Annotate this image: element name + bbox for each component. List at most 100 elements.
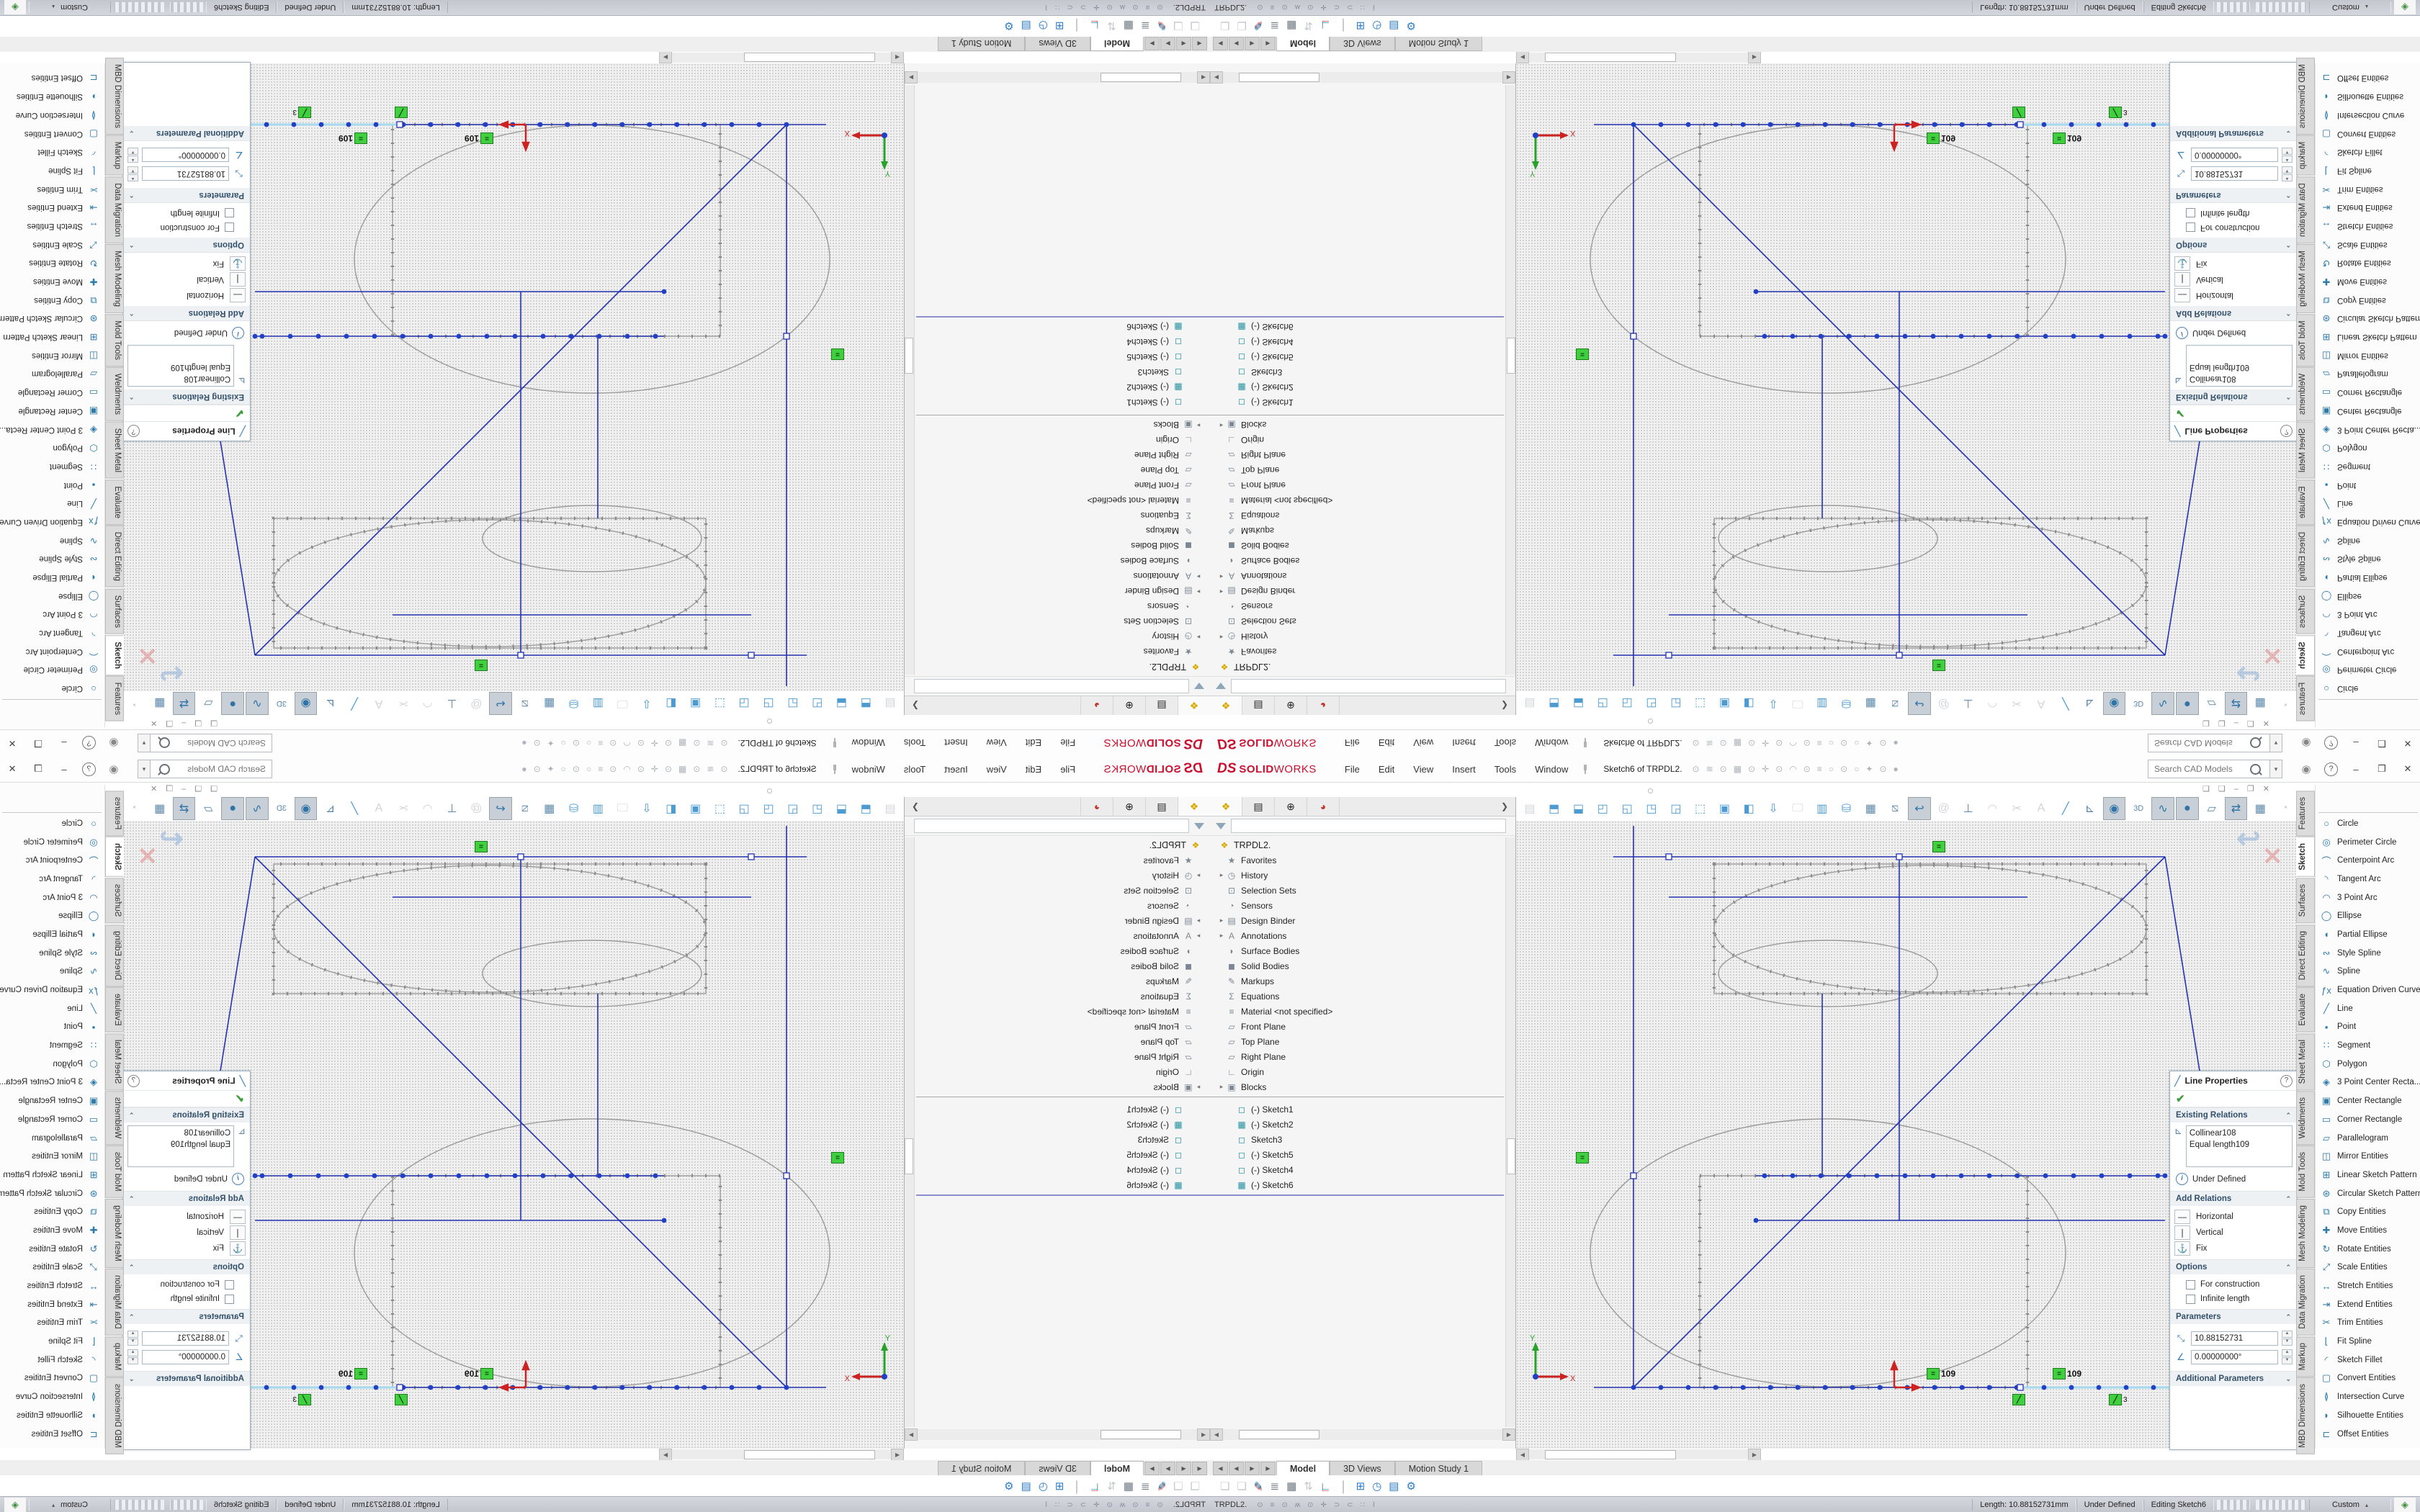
toolbar-icon[interactable]: ⬓	[1567, 692, 1590, 715]
restore-button[interactable]: ❐	[2374, 737, 2390, 749]
tab-scroll-icon[interactable]: ▶	[1160, 37, 1175, 50]
filter-icon[interactable]	[1216, 683, 1226, 690]
sketch-tool-button[interactable]: ∾ Style Spline	[0, 550, 104, 569]
tab-scroll-icon[interactable]: ▶	[1245, 1462, 1260, 1475]
equal-relation-badge[interactable]: = 109	[465, 132, 493, 144]
sketch-tool-button[interactable]: ▭ Corner Rectangle	[2316, 1110, 2420, 1129]
add-relation-button[interactable]: — Horizontal	[2174, 287, 2293, 303]
relation-badge[interactable]: ╱ 3	[292, 107, 311, 118]
spinner[interactable]: ▲▼	[127, 1349, 138, 1364]
tree-root[interactable]: ❖ TRPDL2.	[916, 837, 1210, 852]
toolbar-icon[interactable]: ◰	[806, 692, 829, 715]
sketch-tool-button[interactable]: ◯ Ellipse	[0, 587, 104, 606]
section-existing-relations[interactable]: Existing Relations ⌃	[123, 1107, 250, 1122]
accept-sketch-icon[interactable]: ↩	[159, 657, 184, 690]
toolbar-grip[interactable]	[1648, 719, 1653, 724]
quick-access-icon[interactable]: ◠	[623, 764, 630, 774]
tree-sketch-item[interactable]: ◻ Sketch3	[1210, 1132, 1504, 1147]
sketch-tool-button[interactable]: ◝ Tangent Arc	[0, 870, 104, 888]
sketch-tool-button[interactable]: ∿ Spline	[0, 963, 104, 981]
tree-sketch-item[interactable]: ◻ Sketch3	[916, 365, 1210, 380]
toolbar-icon[interactable]: ⬒	[854, 797, 877, 820]
tree-sketch-item[interactable]: ▦ (-) Sketch2	[916, 380, 1210, 395]
sketch-tool-button[interactable]: ○ Circle	[2316, 814, 2420, 833]
toolbar-icon[interactable]: ◔	[2273, 797, 2296, 820]
menu-item[interactable]: Window	[843, 761, 895, 778]
sketch-tool-button[interactable]: ◝ Tangent Arc	[2316, 624, 2420, 642]
quick-access-icon[interactable]: ≋	[707, 764, 714, 774]
spin-up-icon[interactable]: ▲	[127, 1331, 138, 1338]
commandmanager-tab[interactable]: Sketch	[2296, 837, 2315, 877]
expand-arrow-icon[interactable]: ▸	[1194, 932, 1203, 940]
sketch-tool-button[interactable]: ≬ Intersection Curve	[0, 106, 104, 125]
sketch-tool-button[interactable]: ⌒ Centerpoint Arc	[2316, 642, 2420, 661]
document-window-control-icon[interactable]: ✕	[2263, 784, 2269, 793]
relation-badge[interactable]: ╱ 3	[292, 1394, 311, 1405]
document-window-control-icon[interactable]: ❐	[2247, 719, 2254, 728]
tree-item[interactable]: ▸ ▣ Blocks	[1210, 418, 1504, 433]
commandmanager-tab[interactable]: MBD Dimensions	[2296, 1377, 2315, 1454]
tree-item[interactable]: ▸ ▤ Design Binder	[916, 584, 1210, 599]
sketch-tool-button[interactable]: ↻ Rotate Entities	[0, 1240, 104, 1259]
toolbar-icon[interactable]: ∿	[246, 692, 269, 715]
scrollbar-thumb[interactable]	[1239, 73, 1319, 82]
toolbar-icon[interactable]: ◠	[416, 797, 439, 820]
display-tool-icon[interactable]: ∟	[1320, 1480, 1331, 1493]
sketch-tool-button[interactable]: ⬡ Polygon	[0, 1055, 104, 1074]
sketch-tool-button[interactable]: ◈ 3 Point Center Recta...	[0, 420, 104, 439]
user-account-icon[interactable]: ◉	[2298, 737, 2314, 750]
tree-item[interactable]: ⊡ Selection Sets	[916, 883, 1210, 898]
collapse-icon[interactable]: ⌃	[2285, 310, 2291, 318]
spin-up-icon[interactable]: ▲	[2282, 156, 2293, 163]
scroll-right-icon[interactable]: ▶	[659, 1449, 672, 1461]
commandmanager-tab[interactable]: Data Migration	[2296, 176, 2315, 243]
help-icon[interactable]: ?	[82, 737, 96, 750]
toolbar-icon[interactable]: ⊥	[1957, 797, 1980, 820]
collapse-icon[interactable]: ⌃	[2285, 1195, 2291, 1203]
sketch-tool-button[interactable]: ◖ Partial Ellipse	[0, 568, 104, 587]
sketch-tool-button[interactable]: ▣ Center Rectangle	[2316, 1092, 2420, 1110]
sketch-tool-button[interactable]: ✂ Trim Entities	[2316, 1314, 2420, 1333]
sketch-tool-button[interactable]: ▪ Point	[0, 476, 104, 495]
display-tool-icon[interactable]: ⊞	[1356, 1480, 1366, 1493]
add-relation-button[interactable]: ⚓ Fix	[127, 256, 246, 271]
tree-item[interactable]: ▱ Front Plane	[1210, 1019, 1504, 1034]
toolbar-icon[interactable]: ⬚	[1689, 692, 1712, 715]
toolbar-icon[interactable]: ✂	[2005, 692, 2028, 715]
tab-scroll-icon[interactable]: ◀	[1176, 37, 1191, 50]
toolbar-icon[interactable]: ⇄	[173, 692, 196, 715]
sketch-tool-button[interactable]: ⊏ Offset Entities	[2316, 69, 2420, 88]
document-tab[interactable]: Model	[1276, 37, 1330, 51]
toolbar-icon[interactable]: ▱	[2200, 797, 2223, 820]
tree-item[interactable]: ★ Favorites	[916, 644, 1210, 660]
scroll-left-icon[interactable]: ◀	[1516, 1449, 1529, 1461]
option-checkbox-row[interactable]: Infinite length	[127, 1292, 246, 1306]
toolbar-icon[interactable]: ◉	[295, 692, 318, 715]
toolbar-icon[interactable]: ●	[2176, 797, 2199, 820]
tab-displaymanager[interactable]: ◕	[1080, 797, 1113, 816]
toolbar-icon[interactable]: ▦	[2249, 797, 2272, 820]
toolbar-icon[interactable]: 🖵	[1786, 692, 1809, 715]
toolbar-icon[interactable]: ⇩	[1762, 692, 1785, 715]
ok-check-icon[interactable]: ✔	[235, 407, 244, 420]
quick-access-icon[interactable]: ⊙	[1748, 738, 1755, 748]
toolbar-icon[interactable]: ∿	[2151, 692, 2174, 715]
spin-up-icon[interactable]: ▲	[127, 1349, 138, 1356]
toolbar-icon[interactable]: ◉	[2103, 692, 2126, 715]
sketch-tool-button[interactable]: ◎ Perimeter Circle	[0, 661, 104, 680]
ok-check-icon[interactable]: ✔	[235, 1092, 244, 1105]
sketch-tool-button[interactable]: ⌊ Fit Spline	[0, 161, 104, 180]
toolbar-icon[interactable]: ⊥	[441, 692, 464, 715]
status-units-dropdown[interactable]: Custom ▴	[29, 1, 111, 13]
toolbar-icon[interactable]: ◱	[781, 692, 805, 715]
tab-scroll-icon[interactable]: ▶	[1260, 37, 1276, 50]
resource-monitor-icon[interactable]: ◈	[4, 1498, 26, 1512]
cancel-sketch-icon[interactable]: ✕	[138, 641, 158, 670]
quick-access-icon[interactable]: ⊙	[1840, 764, 1847, 774]
tab-scroll-icon[interactable]: ◀	[1192, 1462, 1207, 1475]
tree-item[interactable]: ▸ A Annotations	[916, 569, 1210, 584]
checkbox-icon[interactable]	[2186, 1280, 2195, 1290]
section-options[interactable]: Options ⌃	[2170, 1259, 2297, 1274]
rollback-bar[interactable]	[916, 1194, 1210, 1196]
equal-relation-badge[interactable]: =	[831, 348, 844, 360]
